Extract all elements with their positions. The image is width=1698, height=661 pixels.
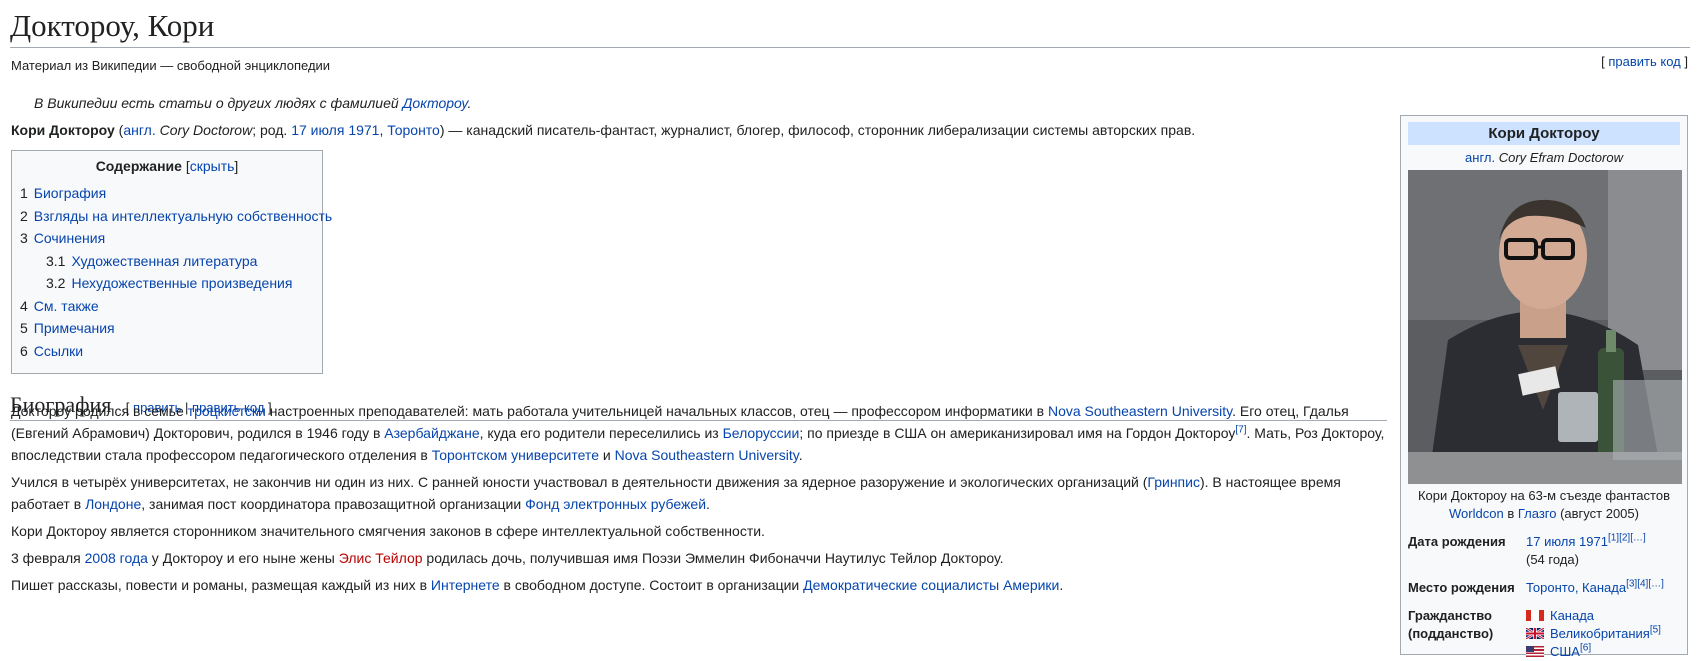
caption-glasgow-link[interactable]: Глазго — [1518, 506, 1557, 521]
toc-item[interactable]: 3.2 Нехудожественные произведения — [20, 272, 314, 295]
caption-worldcon-link[interactable]: Worldcon — [1449, 506, 1504, 521]
table-of-contents: Содержание [скрыть] 1 Биография 2 Взгляды н… — [11, 150, 332, 374]
infobox-title: Кори Доктороу — [1408, 122, 1680, 145]
toc-item-number: 6 — [20, 342, 28, 359]
toc-item-number: 2 — [20, 207, 28, 224]
link-internet[interactable]: Интернете — [431, 577, 500, 593]
toc-title-text: Содержание — [95, 158, 182, 174]
hatnote: В Википедии есть статьи о других людях с… — [34, 95, 471, 111]
usa-flag-icon — [1526, 646, 1544, 657]
lead-lang-link[interactable]: англ. — [123, 122, 155, 138]
link-belarus[interactable]: Белоруссии — [723, 425, 800, 441]
paragraph: Доктороу родился в семье троцкистски нас… — [11, 403, 1385, 463]
lead-en-name: Cory Doctorow — [159, 122, 253, 138]
birth-date-link[interactable]: 17 июля 1971 — [1526, 534, 1608, 549]
infobox-en-name: Cory Efram Doctorow — [1498, 150, 1623, 165]
infobox: Кори Доктороу англ. Cory Efram Doctorow — [1400, 115, 1688, 659]
citizenship-usa-link[interactable]: США — [1550, 644, 1580, 659]
link-greenpeace[interactable]: Гринпис — [1147, 474, 1200, 490]
hatnote-end: . — [467, 95, 472, 111]
link-trotskyist[interactable]: троцкистски — [188, 403, 266, 419]
article-page: Доктороу, Кори Материал из Википедии — с… — [0, 0, 1698, 659]
citizenship-uk-ref[interactable]: [5] — [1650, 625, 1661, 636]
hatnote-text: В Википедии есть статьи о других людях с… — [34, 95, 403, 111]
toc-item[interactable]: 4 См. также — [20, 295, 314, 318]
birth-place-row: Место рождения Торонто, Канада[3][4][…] — [1408, 579, 1680, 597]
canada-flag-icon — [1526, 610, 1544, 621]
toc-list: 1 Биография 2 Взгляды на интеллектуальную с… — [20, 182, 332, 363]
toc-item-link[interactable]: Взгляды на интеллектуальную собственност… — [34, 208, 332, 224]
toc-hide-toggle[interactable]: скрыть — [190, 158, 235, 174]
toc-item-link[interactable]: Нехудожественные произведения — [71, 275, 292, 291]
birth-date-refs[interactable]: [1][2][…] — [1608, 533, 1646, 544]
lead-rest: ) — канадский писатель-фантаст, журналис… — [439, 122, 1196, 138]
toc-item-link[interactable]: См. также — [34, 298, 99, 314]
birth-place-refs[interactable]: [3][4][…] — [1626, 579, 1664, 590]
infobox-lang-link[interactable]: англ. — [1465, 150, 1495, 165]
toc-item[interactable]: 3.1 Художественная литература — [20, 250, 314, 273]
link-alice-taylor[interactable]: Элис Тейлор — [339, 550, 423, 566]
toc-item-link[interactable]: Биография — [34, 185, 106, 201]
toc-item-link[interactable]: Сочинения — [34, 230, 105, 246]
site-tagline: Материал из Википедии — свободной энцикл… — [11, 58, 331, 73]
citizenship-canada-link[interactable]: Канада — [1550, 608, 1594, 623]
toc-item-number: 3 — [20, 230, 28, 246]
citizenship-row: Гражданство (подданство) Канада Великобр… — [1408, 607, 1680, 661]
page-title: Доктороу, Кори — [10, 6, 1690, 48]
link-dsa[interactable]: Демократические социалисты Америки — [803, 577, 1059, 593]
paragraph: 3 февраля 2008 года у Доктороу и его нын… — [11, 550, 1004, 566]
biography-body: Доктороу родился в семье троцкистски нас… — [11, 400, 1388, 601]
hatnote-link[interactable]: Доктороу — [403, 95, 468, 111]
link-london[interactable]: Лондоне — [85, 496, 141, 512]
age-text: (54 года) — [1526, 552, 1579, 567]
link-2008[interactable]: 2008 года — [85, 550, 148, 566]
citizenship-label: Гражданство (подданство) — [1408, 608, 1494, 641]
link-nova-university-2[interactable]: Nova Southeastern University — [615, 447, 799, 463]
link-azerbaijan[interactable]: Азербайджане — [384, 425, 479, 441]
toc-item-number: 3.1 — [46, 252, 66, 269]
birth-date-row: Дата рождения 17 июля 1971[1][2][…] (54 г… — [1408, 533, 1680, 569]
toc-item-link[interactable]: Примечания — [34, 320, 115, 336]
birth-date-label: Дата рождения — [1408, 534, 1506, 549]
toc-item[interactable]: 5 Примечания — [20, 317, 314, 340]
link-nova-university[interactable]: Nova Southeastern University — [1048, 403, 1232, 419]
photo-caption: Кори Доктороу на 63-м съезде фантастов W… — [1417, 488, 1670, 521]
uk-flag-icon — [1526, 628, 1544, 639]
edit-source-link[interactable]: [ править код ] — [1601, 54, 1688, 69]
caption-text: Кори Доктороу на 63-м съезде фантастов — [1417, 488, 1670, 503]
lead-born: ; род. — [252, 122, 292, 138]
paragraph: Пишет рассказы, повести и романы, размещ… — [11, 577, 1064, 593]
reference-7[interactable]: [7] — [1235, 424, 1246, 435]
portrait-illustration — [1408, 170, 1682, 484]
toc-item-link[interactable]: Ссылки — [34, 343, 83, 359]
toc-item-number: 4 — [20, 297, 28, 314]
toc-item-number: 5 — [20, 320, 28, 336]
paragraph: Учился в четырёх университетах, не закон… — [11, 474, 1341, 512]
edit-source-label[interactable]: править код — [1608, 54, 1680, 69]
birth-place-link[interactable]: Торонто, Канада — [1526, 580, 1626, 595]
portrait-photo[interactable] — [1408, 170, 1682, 484]
birth-place-label: Место рождения — [1408, 580, 1515, 595]
lead-subject: Кори Доктороу — [11, 122, 115, 138]
toc-item-link[interactable]: Художественная литература — [71, 253, 257, 269]
paragraph: Кори Доктороу является сторонником значи… — [11, 523, 765, 539]
citizenship-uk-link[interactable]: Великобритания — [1550, 626, 1650, 641]
citizenship-usa-ref[interactable]: [6] — [1580, 643, 1591, 654]
lead-paragraph: Кори Доктороу (англ. Cory Doctorow; род.… — [11, 122, 1196, 138]
toc-item[interactable]: 6 Ссылки — [20, 340, 314, 363]
link-eff[interactable]: Фонд электронных рубежей — [525, 496, 706, 512]
toc-item[interactable]: 3 Сочинения — [20, 227, 314, 250]
toc-item-number: 1 — [20, 185, 28, 201]
lead-city-link[interactable]: Торонто — [387, 122, 440, 138]
infobox-subtitle: англ. Cory Efram Doctorow — [1408, 150, 1680, 165]
lead-date-link[interactable]: 17 июля 1971 — [291, 122, 379, 138]
toc-item[interactable]: 1 Биография — [20, 182, 314, 205]
toc-title: Содержание [скрыть] — [95, 158, 239, 174]
toc-item[interactable]: 2 Взгляды на интеллектуальную собственнос… — [20, 205, 332, 228]
toc-item-number: 3.2 — [46, 275, 66, 291]
link-toronto-university[interactable]: Торонтском университете — [432, 447, 599, 463]
